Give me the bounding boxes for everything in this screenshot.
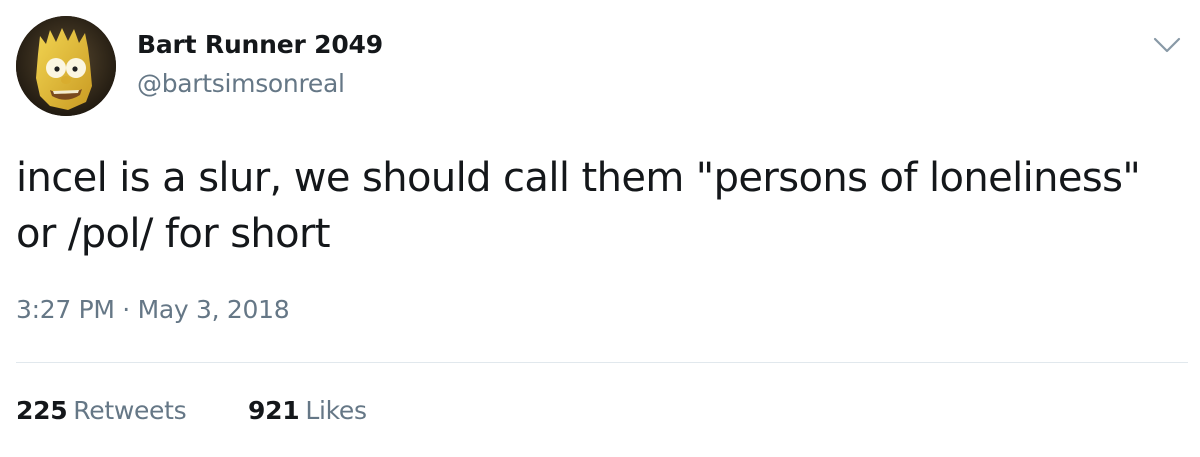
- avatar[interactable]: [16, 16, 116, 116]
- likes-count: 921: [248, 396, 300, 425]
- retweets-label: Retweets: [73, 396, 187, 425]
- retweets-stat[interactable]: 225 Retweets: [16, 396, 187, 425]
- tweet-card: Bart Runner 2049 @bartsimsonreal incel i…: [0, 0, 1200, 457]
- chevron-down-icon[interactable]: [1150, 30, 1184, 58]
- tweet-text: incel is a slur, we should call them "pe…: [16, 155, 1153, 257]
- bart-simpson-avatar-icon: [16, 16, 116, 116]
- divider: [16, 362, 1188, 363]
- author-display-name[interactable]: Bart Runner 2049: [137, 30, 383, 59]
- likes-label: Likes: [305, 396, 367, 425]
- likes-stat[interactable]: 921 Likes: [248, 396, 367, 425]
- retweets-count: 225: [16, 396, 68, 425]
- tweet-timestamp[interactable]: 3:27 PM · May 3, 2018: [16, 295, 290, 324]
- author-handle[interactable]: @bartsimsonreal: [137, 69, 345, 98]
- tweet-stats: 225 Retweets 921 Likes: [16, 396, 421, 425]
